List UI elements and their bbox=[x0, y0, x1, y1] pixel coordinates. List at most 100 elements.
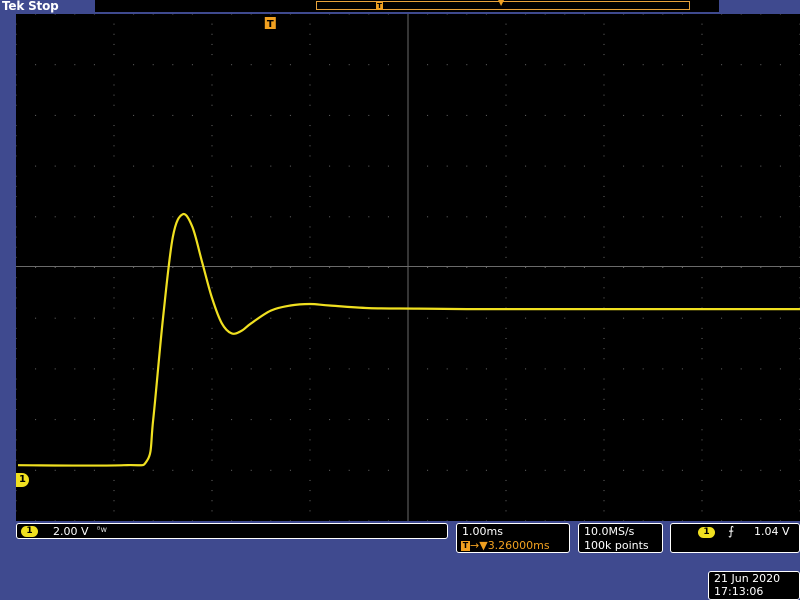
grid-dot bbox=[211, 337, 213, 339]
grid-dot bbox=[466, 216, 468, 218]
grid-dot bbox=[152, 368, 154, 370]
grid-dot bbox=[387, 14, 389, 15]
grid-dot bbox=[35, 165, 37, 167]
grid-dot bbox=[231, 64, 233, 66]
grid-dot bbox=[16, 449, 17, 451]
grid-dot bbox=[270, 419, 272, 421]
grid-dot bbox=[642, 114, 644, 116]
grid-dot bbox=[309, 155, 311, 157]
grid-dot bbox=[564, 317, 566, 319]
grid-dot bbox=[348, 14, 350, 15]
grid-dot bbox=[681, 419, 683, 421]
grid-dot bbox=[250, 267, 252, 268]
grid-dot bbox=[309, 43, 311, 45]
grid-dot bbox=[603, 459, 605, 461]
trigger-position-marker[interactable]: T bbox=[264, 17, 276, 30]
waveform-plot[interactable]: T bbox=[16, 14, 800, 521]
grid-dot bbox=[113, 348, 115, 350]
grid-dot bbox=[681, 368, 683, 370]
grid-dot bbox=[16, 490, 17, 492]
grid-dot bbox=[387, 114, 389, 116]
grid-dot bbox=[309, 479, 311, 481]
grid-dot bbox=[309, 145, 311, 147]
grid-dot bbox=[231, 165, 233, 167]
grid-dot bbox=[309, 277, 311, 279]
grid-dot bbox=[211, 84, 213, 86]
grid-dot bbox=[113, 327, 115, 329]
grid-dot bbox=[642, 14, 644, 15]
grid-dot bbox=[368, 317, 370, 319]
grid-dot bbox=[505, 33, 507, 35]
grid-dot bbox=[701, 337, 703, 339]
date-label: 21 Jun 2020 bbox=[714, 572, 781, 585]
grid-dot bbox=[681, 317, 683, 319]
grid-dot bbox=[740, 114, 742, 116]
grid-dot bbox=[348, 165, 350, 167]
grid-dot bbox=[329, 64, 331, 66]
grid-dot bbox=[113, 145, 115, 147]
grid-dot bbox=[35, 520, 37, 521]
waveform-display[interactable]: T 1 ◀ bbox=[16, 14, 800, 521]
grid-dot bbox=[172, 469, 174, 471]
grid-dot bbox=[427, 267, 429, 268]
grid-dot bbox=[329, 469, 331, 471]
grid-dot bbox=[505, 429, 507, 431]
grid-dot bbox=[583, 14, 585, 15]
grid-dot bbox=[191, 419, 193, 421]
trigger-readout[interactable]: 1 ⨍ 1.04 V bbox=[670, 523, 800, 553]
grid-dot bbox=[564, 165, 566, 167]
grid-dot bbox=[16, 307, 17, 309]
channel-readout[interactable]: 1 2.00 V ᴮ𝗐 bbox=[16, 523, 448, 539]
grid-dot bbox=[427, 216, 429, 218]
grid-dot bbox=[505, 104, 507, 106]
grid-dot bbox=[250, 469, 252, 471]
grid-dot bbox=[368, 520, 370, 521]
grid-dot bbox=[133, 64, 135, 66]
grid-dot bbox=[16, 74, 17, 76]
grid-dot bbox=[485, 216, 487, 218]
grid-dot bbox=[270, 469, 272, 471]
grid-dot bbox=[642, 469, 644, 471]
grid-dot bbox=[485, 64, 487, 66]
grid-dot bbox=[505, 236, 507, 238]
grid-dot bbox=[642, 267, 644, 268]
grid-dot bbox=[309, 388, 311, 390]
timebase-readout[interactable]: 1.00ms T →▼3.26000ms bbox=[456, 523, 570, 553]
grid-dot bbox=[525, 368, 527, 370]
grid-dot bbox=[779, 419, 781, 421]
grid-dot bbox=[603, 479, 605, 481]
acquisition-readout[interactable]: 10.0MS/s 100k points bbox=[578, 523, 663, 553]
grid-dot bbox=[54, 165, 56, 167]
grid-dot bbox=[93, 317, 95, 319]
grid-dot bbox=[427, 14, 429, 15]
grid-dot bbox=[368, 14, 370, 15]
grid-dot bbox=[113, 125, 115, 127]
grid-dot bbox=[525, 419, 527, 421]
grid-dot bbox=[113, 54, 115, 56]
grid-dot bbox=[113, 185, 115, 187]
grid-dot bbox=[642, 64, 644, 66]
grid-dot bbox=[16, 33, 17, 35]
grid-dot bbox=[583, 64, 585, 66]
grid-dot bbox=[74, 165, 76, 167]
grid-dot bbox=[701, 490, 703, 492]
record-view-strip[interactable]: T ▼ bbox=[95, 0, 719, 12]
grid-dot bbox=[505, 510, 507, 512]
grid-dot bbox=[113, 155, 115, 157]
grid-dot bbox=[152, 267, 154, 268]
grid-dot bbox=[113, 43, 115, 45]
grid-dot bbox=[93, 368, 95, 370]
grid-dot bbox=[701, 398, 703, 400]
grid-dot bbox=[623, 368, 625, 370]
grid-dot bbox=[387, 469, 389, 471]
grid-dot bbox=[760, 469, 762, 471]
grid-dot bbox=[603, 510, 605, 512]
grid-dot bbox=[250, 419, 252, 421]
grid-dot bbox=[93, 64, 95, 66]
grid-dot bbox=[603, 135, 605, 137]
grid-dot bbox=[505, 226, 507, 228]
grid-dot bbox=[681, 64, 683, 66]
grid-dot bbox=[211, 226, 213, 228]
grid-dot bbox=[211, 449, 213, 451]
record-length: 100k points bbox=[584, 539, 649, 552]
